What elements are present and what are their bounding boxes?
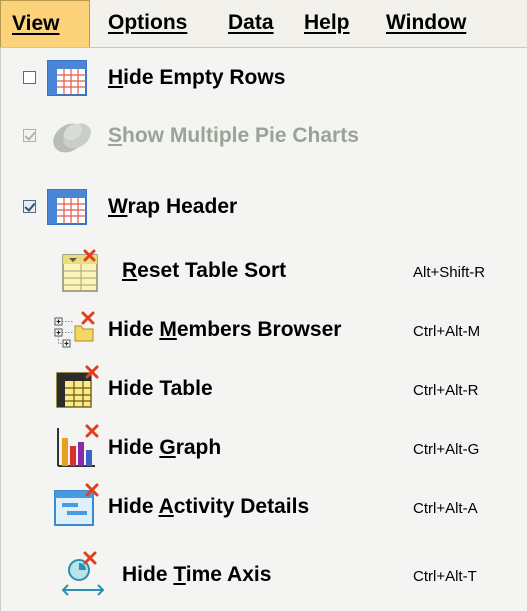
menu-item-hide-table[interactable]: Hide Table Ctrl+Alt-R (1, 361, 527, 419)
menu-options[interactable]: Options (108, 0, 187, 47)
shortcut-label: Ctrl+Alt-T (413, 568, 477, 585)
view-menu-dropdown: Hide Empty Rows Show Multiple Pie Charts (0, 48, 527, 611)
menu-item-label: Wrap Header (108, 195, 238, 218)
pie-chart-icon (53, 123, 91, 153)
activity-details-icon (54, 483, 99, 526)
menu-item-label: Hide Empty Rows (108, 66, 286, 89)
menu-view[interactable]: View (0, 0, 90, 47)
reset-sort-icon (62, 249, 98, 292)
table-grid-icon (47, 60, 87, 96)
table-grid-icon (47, 189, 87, 225)
menu-item-label: Hide Members Browser (108, 318, 342, 341)
menu-help[interactable]: Help (304, 0, 350, 47)
menu-item-hide-activity-details[interactable]: Hide Activity Details Ctrl+Alt-A (1, 479, 527, 537)
menu-item-label: Hide Activity Details (108, 495, 310, 518)
shortcut-label: Ctrl+Alt-M (413, 323, 481, 340)
checkbox-unchecked[interactable] (23, 71, 36, 84)
checkbox-checked[interactable] (23, 200, 36, 213)
menu-item-show-multiple-pie-charts[interactable]: Show Multiple Pie Charts (1, 108, 527, 166)
menu-item-label: Reset Table Sort (122, 259, 287, 282)
shortcut-label: Ctrl+Alt-R (413, 382, 479, 399)
menu-item-label: Show Multiple Pie Charts (108, 124, 359, 147)
menu-item-label: Hide Graph (108, 436, 222, 459)
table-hide-icon (56, 365, 99, 408)
menu-item-hide-empty-rows[interactable]: Hide Empty Rows (1, 50, 527, 108)
menu-item-label: Hide Table (108, 377, 213, 400)
shortcut-label: Ctrl+Alt-G (413, 441, 480, 458)
bar-graph-icon (57, 424, 99, 467)
menu-bar: View Options Data Help Window (0, 0, 527, 48)
checkbox-checked-disabled[interactable] (23, 129, 36, 142)
menu-item-hide-time-axis[interactable]: Hide Time Axis Ctrl+Alt-T (1, 546, 527, 604)
menu-item-hide-members-browser[interactable]: Hide Members Browser Ctrl+Alt-M (1, 302, 527, 360)
menu-item-label: Hide Time Axis (122, 563, 272, 586)
menu-window[interactable]: Window (386, 0, 466, 47)
app-window: View Options Data Help Window Hide Empty… (0, 0, 527, 611)
menu-data[interactable]: Data (228, 0, 274, 47)
members-tree-icon (54, 311, 95, 348)
menu-item-hide-graph[interactable]: Hide Graph Ctrl+Alt-G (1, 420, 527, 478)
shortcut-label: Ctrl+Alt-A (413, 500, 478, 517)
menu-item-reset-table-sort[interactable]: Reset Table Sort Alt+Shift-R (1, 243, 527, 301)
time-axis-icon (61, 551, 105, 596)
shortcut-label: Alt+Shift-R (413, 264, 486, 281)
menu-item-wrap-header[interactable]: Wrap Header (1, 179, 527, 237)
